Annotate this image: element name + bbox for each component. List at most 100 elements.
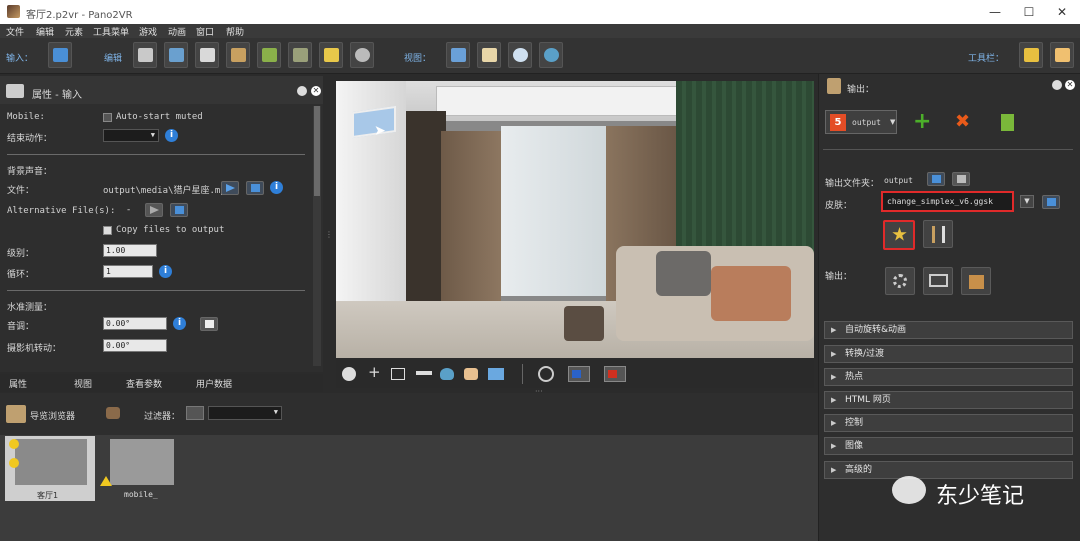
- divider: [522, 364, 523, 384]
- delete-output-icon[interactable]: ✖: [955, 112, 970, 132]
- autostart-checkbox[interactable]: [103, 113, 112, 122]
- binoculars-icon[interactable]: [446, 42, 470, 68]
- skin-value: change_simplex_v6.ggsk: [887, 197, 993, 206]
- ruler-icon[interactable]: [416, 371, 432, 375]
- copy-files-checkbox[interactable]: [103, 226, 112, 235]
- cursor-icon: ➤: [374, 123, 386, 139]
- close-button[interactable]: ✕: [1052, 4, 1072, 20]
- skin-editor-button[interactable]: [883, 220, 915, 250]
- camera-roll-value: 0.00°: [106, 341, 131, 350]
- trash-icon[interactable]: [952, 172, 970, 186]
- tools-settings-button[interactable]: [923, 220, 953, 248]
- menu-game[interactable]: 游戏: [139, 25, 157, 38]
- section-transition[interactable]: 转换/过渡: [824, 345, 1073, 363]
- info-icon[interactable]: i: [159, 265, 172, 278]
- play-button[interactable]: [145, 203, 163, 217]
- hotspot-icon[interactable]: [440, 368, 454, 380]
- output-folder-label: 输出文件夹：: [825, 179, 880, 189]
- thumbnail[interactable]: mobile_: [100, 436, 190, 501]
- crosshair-add-icon[interactable]: +: [368, 363, 381, 381]
- filter-select[interactable]: ▼: [208, 406, 282, 420]
- menu-edit[interactable]: 编辑: [36, 25, 54, 38]
- menu-file[interactable]: 文件: [6, 25, 24, 38]
- output-format-select[interactable]: 5 output ▼: [825, 110, 897, 134]
- hand-icon[interactable]: [464, 368, 478, 380]
- tab-properties[interactable]: 属性: [9, 377, 27, 390]
- sort-icon[interactable]: [106, 407, 120, 419]
- tab-view-params[interactable]: 查看参数: [126, 377, 162, 390]
- animation-button[interactable]: [350, 42, 374, 68]
- patch-button[interactable]: [164, 42, 188, 68]
- section-html[interactable]: HTML 网页: [824, 391, 1073, 409]
- section-advanced[interactable]: 高级的: [824, 461, 1073, 479]
- red-color-picker[interactable]: [604, 366, 626, 382]
- play-button[interactable]: [221, 181, 239, 195]
- level-spinbox[interactable]: 1.00: [103, 244, 157, 257]
- compass-icon[interactable]: [342, 367, 356, 381]
- menu-element[interactable]: 元素: [65, 25, 83, 38]
- undock-icon[interactable]: [1052, 80, 1062, 90]
- info-icon[interactable]: i: [165, 129, 178, 142]
- pitch-spinbox[interactable]: 0.00°: [103, 317, 167, 330]
- info-icon[interactable]: i: [270, 181, 283, 194]
- menu-help[interactable]: 帮助: [226, 25, 244, 38]
- section-hotspots[interactable]: 热点: [824, 368, 1073, 386]
- add-output-icon[interactable]: +: [913, 111, 931, 133]
- open-file-button[interactable]: [170, 203, 188, 217]
- floorplan-button[interactable]: [257, 42, 281, 68]
- package-button[interactable]: [961, 267, 991, 295]
- tour-map-button[interactable]: [226, 42, 250, 68]
- hand-icon[interactable]: [1050, 42, 1074, 68]
- open-skin-button[interactable]: [1042, 195, 1060, 209]
- menu-window[interactable]: 窗口: [196, 25, 214, 38]
- minimize-button[interactable]: —: [985, 4, 1005, 20]
- gauge-icon[interactable]: [508, 42, 532, 68]
- splitter-handle[interactable]: ⋮: [325, 230, 333, 244]
- undock-icon[interactable]: [297, 86, 307, 96]
- hotspot-button[interactable]: [288, 42, 312, 68]
- skin-select[interactable]: change_simplex_v6.ggsk: [881, 191, 1014, 212]
- open-file-button[interactable]: [246, 181, 264, 195]
- camera-roll-label: 摄影机转动：: [7, 344, 62, 354]
- preview-button[interactable]: [923, 267, 953, 295]
- thumbnail-selected[interactable]: 客厅1: [5, 436, 95, 501]
- chevron-down-icon: ▼: [890, 118, 896, 126]
- panorama-viewport[interactable]: ➤: [336, 81, 814, 358]
- end-action-select[interactable]: ▼: [103, 129, 159, 142]
- tab-view[interactable]: 视图: [74, 377, 92, 390]
- filter-brush-icon[interactable]: [186, 406, 204, 420]
- skin-editor-toolbar-button[interactable]: [1019, 42, 1043, 68]
- tab-user-data[interactable]: 用户数据: [196, 377, 232, 390]
- menu-animation[interactable]: 动画: [168, 25, 186, 38]
- loop-spinbox[interactable]: 1: [103, 265, 153, 278]
- divider: [7, 290, 305, 291]
- section-images[interactable]: 图像: [824, 437, 1073, 455]
- clipboard-icon[interactable]: [477, 42, 501, 68]
- camera-roll-spinbox[interactable]: 0.00°: [103, 339, 167, 352]
- thumbnail-label: 客厅1: [37, 491, 59, 500]
- close-panel-icon[interactable]: ✕: [1065, 80, 1075, 90]
- chevron-down-icon[interactable]: ▼: [1020, 195, 1034, 208]
- open-folder-button[interactable]: [927, 172, 945, 186]
- document-icon[interactable]: [1001, 114, 1014, 131]
- eye-icon[interactable]: [539, 42, 563, 68]
- image-icon[interactable]: [488, 368, 504, 380]
- settings-gear-button[interactable]: [885, 267, 915, 295]
- info-icon[interactable]: i: [173, 317, 186, 330]
- cushion: [656, 251, 711, 296]
- grid-icon[interactable]: [391, 368, 405, 380]
- menu-tools[interactable]: 工具菜单: [93, 25, 129, 38]
- warning-icon: [9, 439, 19, 449]
- panorama-input-button[interactable]: [48, 42, 72, 68]
- blue-color-picker[interactable]: [568, 366, 590, 382]
- image-button[interactable]: [195, 42, 219, 68]
- target-icon[interactable]: [538, 366, 554, 382]
- maximize-button[interactable]: ☐: [1019, 4, 1039, 20]
- copy-icon[interactable]: [200, 317, 218, 331]
- section-controls[interactable]: 控制: [824, 414, 1073, 432]
- viewing-params-button[interactable]: [133, 42, 157, 68]
- close-panel-icon[interactable]: ✕: [311, 86, 321, 96]
- scrollbar[interactable]: [313, 106, 321, 366]
- map-button[interactable]: [319, 42, 343, 68]
- section-autorotate[interactable]: 自动旋转&动画: [824, 321, 1073, 339]
